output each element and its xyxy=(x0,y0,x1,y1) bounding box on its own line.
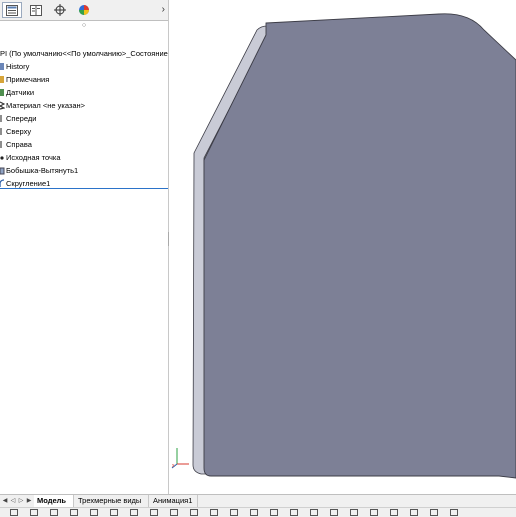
toolbar-button-5-icon[interactable] xyxy=(90,509,98,516)
tree-item-label: History xyxy=(6,61,30,71)
toolbar-button-2-icon[interactable] xyxy=(30,509,38,516)
rollback-bar[interactable] xyxy=(0,188,168,189)
tree-item-top-plane[interactable]: Сверху xyxy=(0,125,168,137)
tree-root-part[interactable]: PI (По умолчанию<<По умолчанию>_Состояни… xyxy=(0,48,168,60)
toolbar-button-3-icon[interactable] xyxy=(50,509,58,516)
prev-tab-arrow-icon[interactable]: ◁ xyxy=(10,497,16,505)
graphics-viewport[interactable]: x xyxy=(169,0,516,494)
tab-3d-views[interactable]: Трехмерные виды xyxy=(75,495,149,507)
toolbar-button-16-icon[interactable] xyxy=(310,509,318,516)
tree-item-origin[interactable]: Исходная точка xyxy=(0,151,168,163)
toolbar-button-21-icon[interactable] xyxy=(410,509,418,516)
next-tab-arrow-icon[interactable]: ▷ xyxy=(18,497,24,505)
feature-tree-icon xyxy=(6,4,18,16)
toolbar-button-20-icon[interactable] xyxy=(390,509,398,516)
crosshair-icon xyxy=(54,4,66,16)
toolbar-button-17-icon[interactable] xyxy=(330,509,338,516)
toolbar-button-11-icon[interactable] xyxy=(210,509,218,516)
tree-item-history[interactable]: History xyxy=(0,60,168,72)
extrude-icon xyxy=(0,167,5,174)
plane-icon xyxy=(0,114,2,122)
toolbar-button-9-icon[interactable] xyxy=(170,509,178,516)
toolbar-button-12-icon[interactable] xyxy=(230,509,238,516)
tree-item-material[interactable]: Материал <не указан> xyxy=(0,99,168,111)
toolbar-button-10-icon[interactable] xyxy=(190,509,198,516)
origin-triad-icon: x xyxy=(171,448,189,469)
display-manager-tab[interactable] xyxy=(74,2,94,18)
tree-item-label: Справа xyxy=(6,139,32,149)
appearance-pie-icon xyxy=(79,5,89,15)
toolbar-button-23-icon[interactable] xyxy=(450,509,458,516)
plate-front-face xyxy=(203,13,516,479)
tree-item-label: Датчики xyxy=(6,87,35,97)
sensors-icon xyxy=(0,88,4,96)
tab-model[interactable]: Модель xyxy=(34,495,74,507)
chevron-right-icon[interactable]: › xyxy=(162,4,165,15)
property-manager-icon xyxy=(30,4,42,16)
tree-item-label: Бобышка-Вытянуть1 xyxy=(6,165,79,175)
toolbar-button-4-icon[interactable] xyxy=(70,509,78,516)
tree-item-boss-extrude[interactable]: Бобышка-Вытянуть1 xyxy=(0,164,168,176)
bottom-tab-strip: ◀ ◁ ▷ ▶ Модель Трехмерные виды Анимация1 xyxy=(0,494,516,507)
toolbar-button-8-icon[interactable] xyxy=(150,509,158,516)
plane-icon xyxy=(0,127,2,135)
plane-icon xyxy=(0,140,2,148)
tree-item-annotations[interactable]: Примечания xyxy=(0,73,168,85)
toolbar-button-18-icon[interactable] xyxy=(350,509,358,516)
annotations-icon xyxy=(0,75,4,83)
tree-item-label: Исходная точка xyxy=(6,152,61,162)
property-manager-tab[interactable] xyxy=(26,2,46,18)
tree-item-label: Материал <не указан> xyxy=(6,100,86,110)
origin-icon xyxy=(0,155,4,160)
panel-grip-icon[interactable]: ○ xyxy=(0,22,168,30)
tree-item-label: Скругление1 xyxy=(6,178,51,188)
tree-item-label: Сверху xyxy=(6,126,32,136)
tree-item-front-plane[interactable]: Спереди xyxy=(0,112,168,124)
feature-tree-tab[interactable] xyxy=(2,2,22,18)
toolbar-button-7-icon[interactable] xyxy=(130,509,138,516)
last-tab-arrow-icon[interactable]: ▶ xyxy=(26,497,32,505)
tree-item-sensors[interactable]: Датчики xyxy=(0,86,168,98)
tree-item-label: Примечания xyxy=(6,74,50,84)
tree-item-label: Спереди xyxy=(6,113,37,123)
toolbar-button-14-icon[interactable] xyxy=(270,509,278,516)
toolbar-button-1-icon[interactable] xyxy=(10,509,18,516)
tree-item-right-plane[interactable]: Справа xyxy=(0,138,168,150)
toolbar-button-13-icon[interactable] xyxy=(250,509,258,516)
configuration-manager-tab[interactable] xyxy=(50,2,70,18)
panel-tab-strip: › xyxy=(0,0,168,21)
plate-model[interactable]: x xyxy=(169,0,516,494)
tab-animation[interactable]: Анимация1 xyxy=(150,495,198,507)
first-tab-arrow-icon[interactable]: ◀ xyxy=(2,497,8,505)
toolbar-button-15-icon[interactable] xyxy=(290,509,298,516)
toolbar-button-6-icon[interactable] xyxy=(110,509,118,516)
feature-manager-panel: › ○ PI (По умолчанию<<По умолчанию>_Сост… xyxy=(0,0,169,494)
material-icon xyxy=(0,100,5,110)
fillet-icon xyxy=(0,178,5,187)
history-icon xyxy=(0,62,4,70)
toolbar-button-22-icon[interactable] xyxy=(430,509,438,516)
toolbar-button-19-icon[interactable] xyxy=(370,509,378,516)
